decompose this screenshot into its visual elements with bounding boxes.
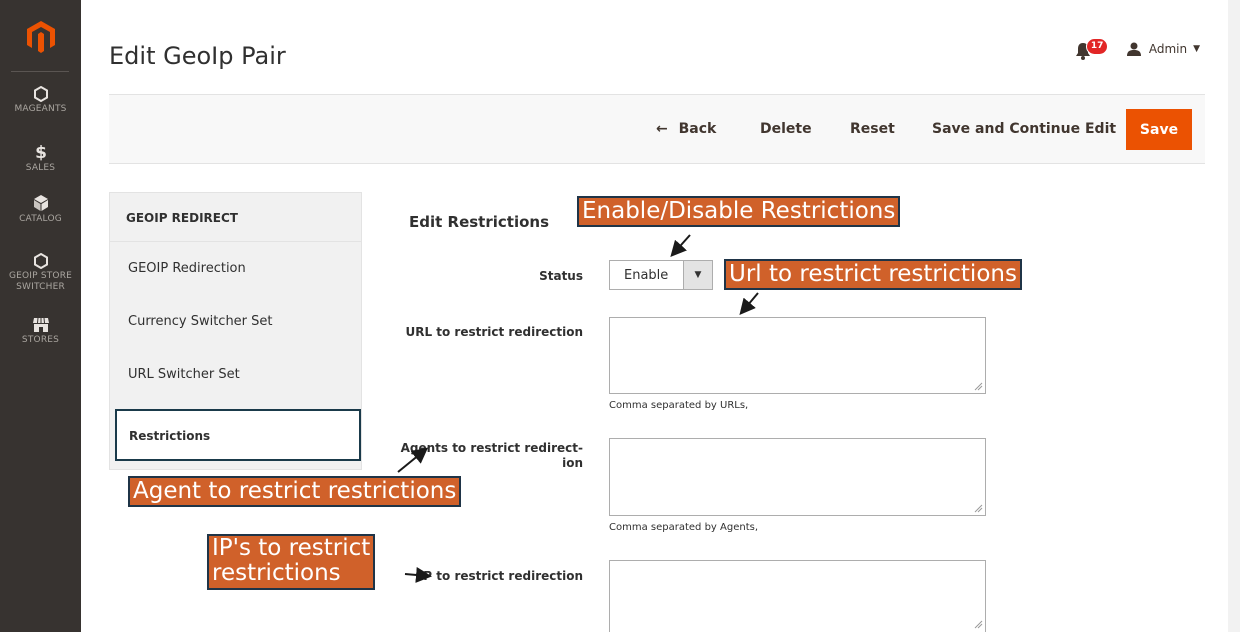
cube-icon [33,195,48,211]
url-note: Comma separated by URLs, [609,400,749,411]
resize-grip-icon[interactable] [973,503,983,513]
arrow-enable-disable [670,234,691,257]
side-tabs: GEOIP REDIRECT GEOIP Redirection Currenc… [109,192,362,470]
hexagon-icon [33,86,48,102]
tab-restrictions[interactable]: Restrictions [115,409,361,461]
chevron-down-icon: ▼ [683,261,712,289]
agents-textarea[interactable] [609,438,986,516]
status-label: Status [539,269,583,283]
arrow-left-icon: ← [656,121,668,137]
ip-label: IP to restrict redirection [418,569,583,583]
page-actions-bar: ← Back Delete Reset Save and Continue Ed… [109,94,1205,164]
back-button[interactable]: ← Back [656,121,716,137]
store-icon [32,317,49,332]
nav-label-line1: GEOIP STORE [8,271,73,281]
tab-currency-switcher-set[interactable]: Currency Switcher Set [110,295,361,348]
admin-user-menu[interactable]: Admin ▼ [1126,42,1200,56]
chevron-down-icon: ▼ [1193,44,1200,54]
callout-ip-line1: IP's to restrict [212,535,371,561]
save-continue-button[interactable]: Save and Continue Edit [932,121,1116,137]
resize-grip-icon[interactable] [973,619,983,629]
nav-item-catalog[interactable]: CATALOG [0,194,81,225]
delete-button[interactable]: Delete [760,121,812,137]
callout-url: Url to restrict restrictions [724,259,1022,290]
section-title: Edit Restrictions [409,213,549,231]
reset-button[interactable]: Reset [850,121,895,137]
nav-label: MAGEANTS [14,104,67,114]
callout-enable-disable: Enable/Disable Restrictions [577,196,901,227]
ip-textarea[interactable] [609,560,986,632]
agents-label: Agents to restrict redirect- ion [401,441,583,471]
agents-label-line1: Agents to restrict redirect- [400,441,583,455]
agents-label-line2: ion [562,456,583,470]
svg-text:$: $ [35,143,47,161]
nav-label: CATALOG [19,214,62,224]
notifications-count-badge: 17 [1085,38,1109,55]
rail-divider [11,71,69,72]
url-textarea[interactable] [609,317,986,394]
agents-note: Comma separated by Agents, [609,522,758,533]
admin-username: Admin [1148,42,1188,56]
page-title: Edit GeoIp Pair [109,42,286,70]
save-button[interactable]: Save [1126,109,1192,150]
arrow-url [739,292,759,316]
resize-grip-icon[interactable] [973,381,983,391]
page-scrollbar[interactable] [1228,0,1240,632]
user-icon [1126,42,1141,56]
nav-item-stores[interactable]: STORES [0,317,81,346]
status-select[interactable]: Enable ▼ [609,260,713,290]
nav-label: STORES [21,335,60,345]
hexagon-icon [33,253,48,269]
tabs-heading: GEOIP REDIRECT [110,193,361,242]
callout-ip-line2: restrictions [212,560,341,586]
notifications-button[interactable]: 17 [1075,37,1109,61]
back-label: Back [678,121,717,137]
tab-url-switcher-set[interactable]: URL Switcher Set [110,348,361,401]
header-tools: 17 Admin ▼ [1075,37,1200,61]
nav-item-geoip-store-switcher[interactable]: GEOIP STORE SWITCHER [0,253,81,293]
url-label: URL to restrict redirection [405,325,583,339]
tab-geoip-redirection[interactable]: GEOIP Redirection [110,242,361,295]
nav-label-line2: SWITCHER [16,282,65,292]
admin-sidebar: MAGEANTS $ SALES CATALOG GEOIP STORE SWI… [0,0,81,632]
nav-item-mageants[interactable]: MAGEANTS [0,86,81,115]
dollar-icon: $ [35,143,47,161]
nav-label: SALES [25,163,56,173]
callout-agent: Agent to restrict restrictions [128,476,462,507]
nav-item-sales[interactable]: $ SALES [0,143,81,174]
status-value: Enable [624,268,669,283]
magento-logo-icon[interactable] [26,20,56,54]
callout-ip: IP's to restrict restrictions [207,534,376,590]
